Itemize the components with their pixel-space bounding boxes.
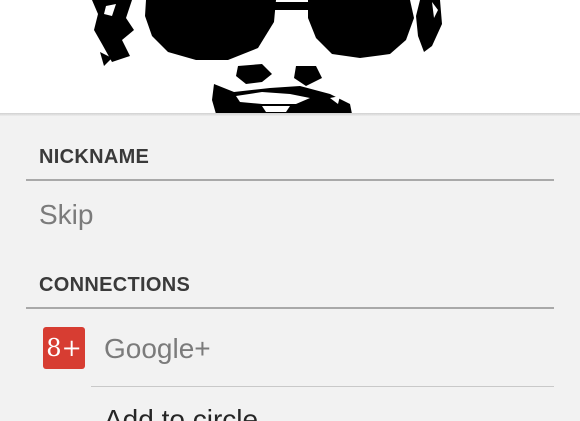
photo-divider: [0, 113, 580, 116]
google-plus-icon[interactable]: 8+: [43, 327, 85, 369]
connections-header-rule: [26, 307, 554, 309]
nickname-value[interactable]: Skip: [39, 199, 93, 231]
add-to-circle-button[interactable]: Add to circle: [104, 404, 258, 421]
connections-section-header: CONNECTIONS: [39, 274, 191, 296]
contact-photo-image: [0, 0, 580, 114]
contact-photo[interactable]: [0, 0, 580, 114]
google-plus-connection-label[interactable]: Google+: [104, 333, 211, 365]
nickname-header-rule: [26, 179, 554, 181]
connection-row-divider: [91, 386, 554, 387]
contact-details-screen: NICKNAME Skip CONNECTIONS 8+ Google+ Add…: [0, 0, 580, 421]
nickname-section-header: NICKNAME: [39, 146, 150, 168]
